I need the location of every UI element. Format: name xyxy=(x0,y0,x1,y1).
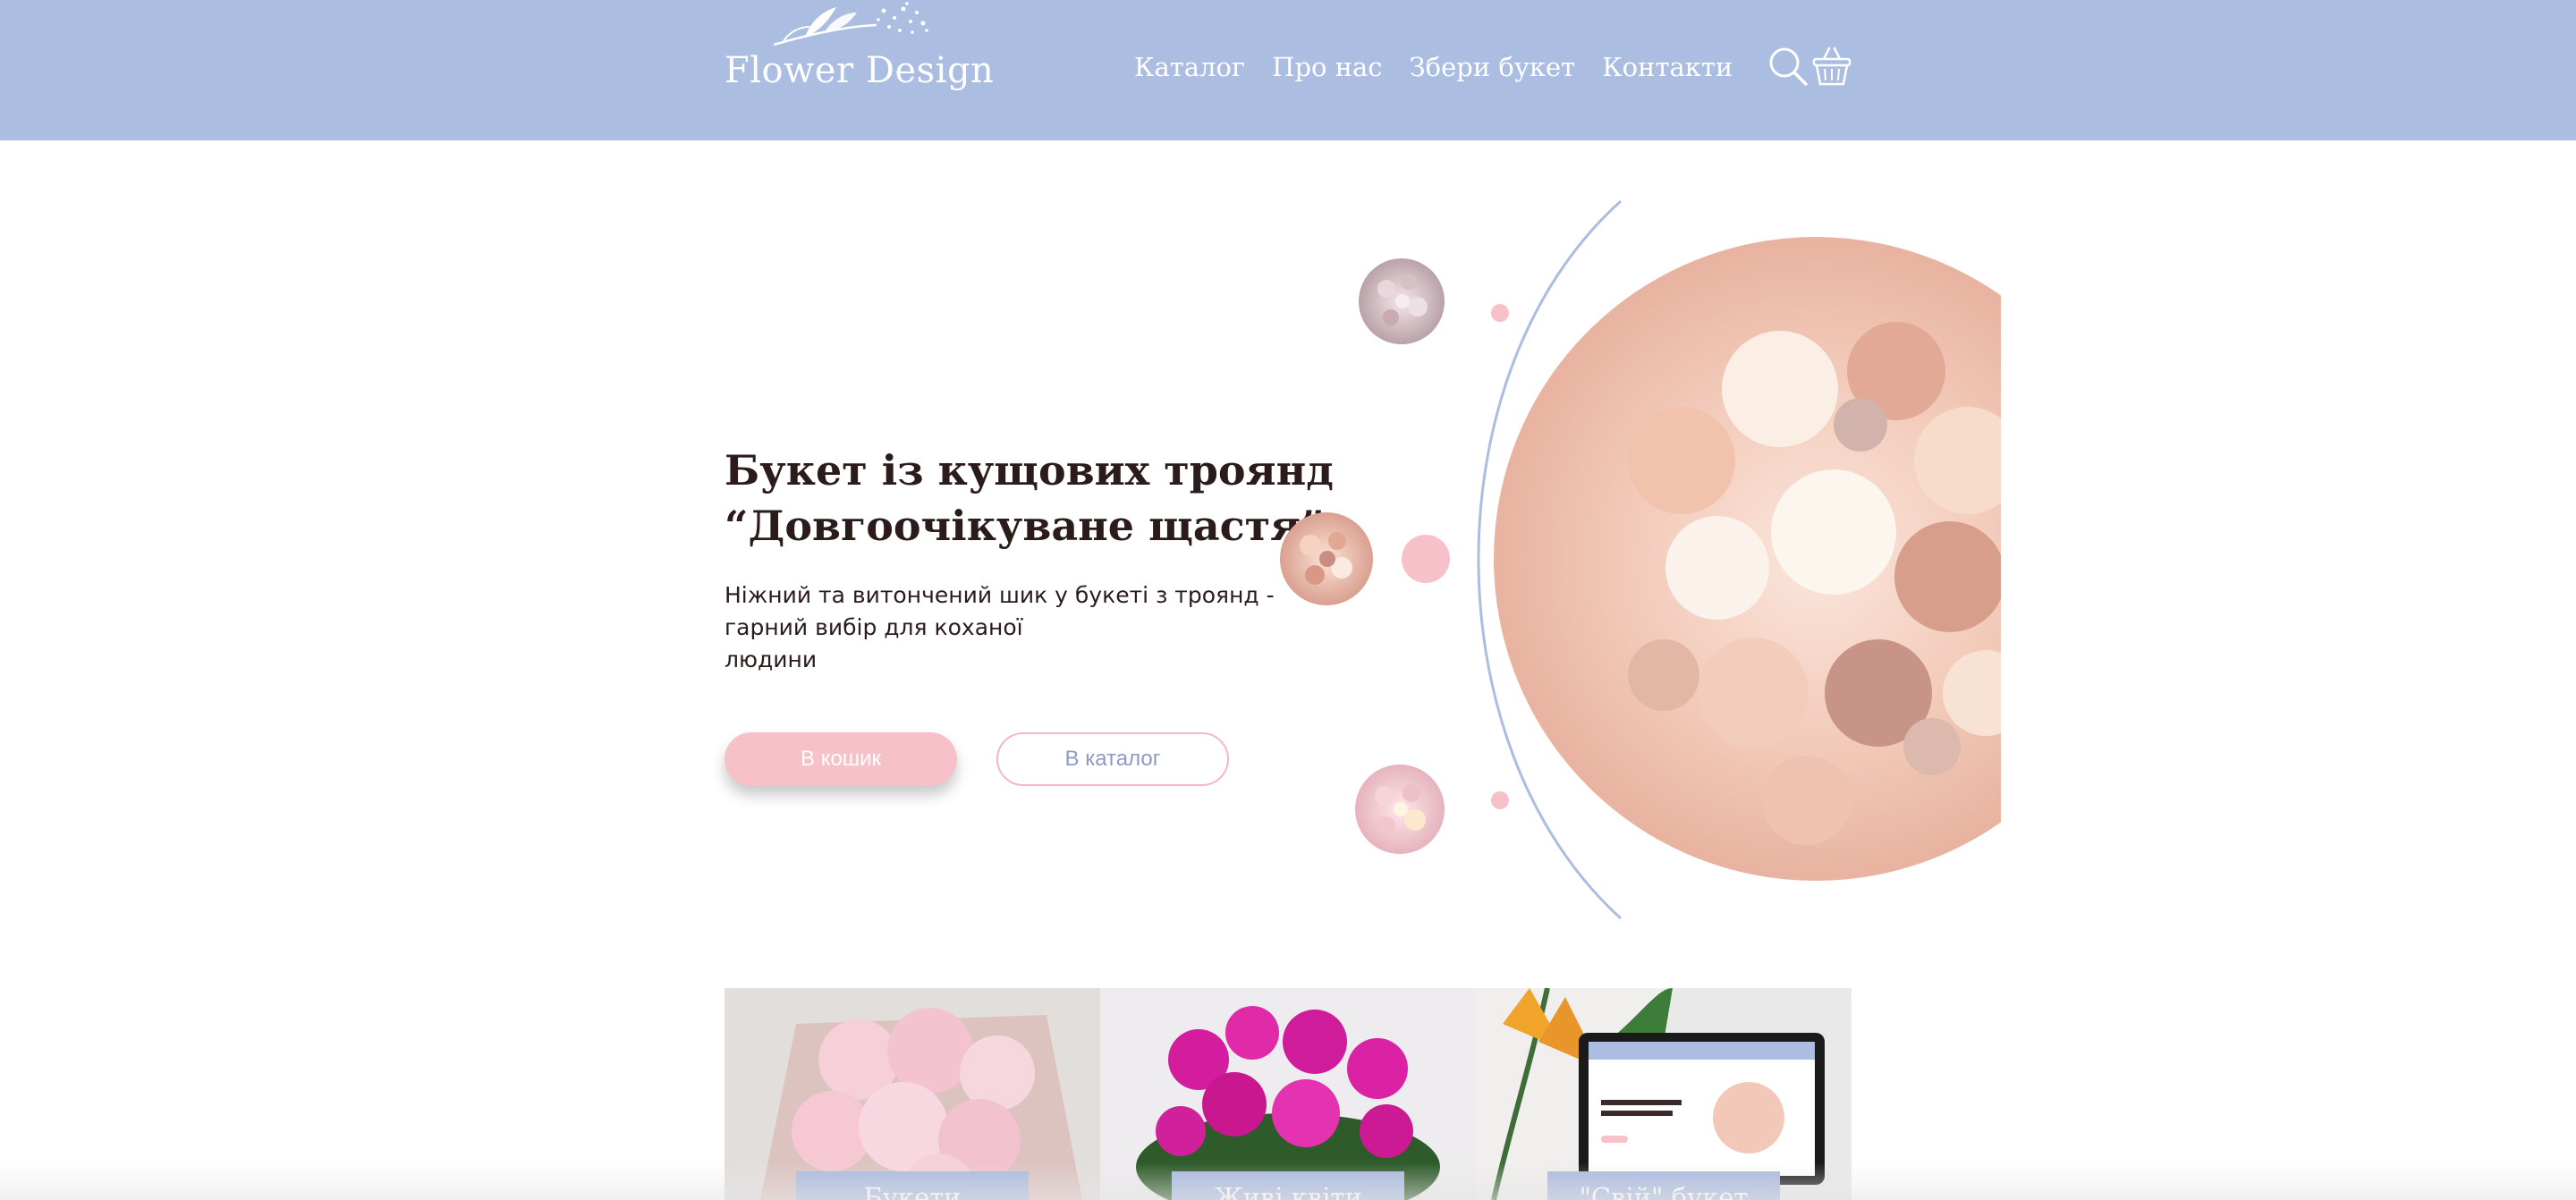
category-card-live-flowers[interactable]: Живі квіти xyxy=(1100,988,1476,1200)
nav-item-build-bouquet[interactable]: Збери букет xyxy=(1410,52,1576,82)
hero-description-line-2: гарний вибір для коханої xyxy=(724,614,1023,640)
logo-text: Flower Design xyxy=(724,50,995,91)
arc-dot-top xyxy=(1491,304,1509,322)
site-header: Flower Design Каталог Про нас Збери буке… xyxy=(0,0,2576,140)
hero-description: Ніжний та витончений шик у букеті з троя… xyxy=(724,579,1275,676)
logo[interactable]: Flower Design xyxy=(724,0,994,98)
nav-item-catalog[interactable]: Каталог xyxy=(1134,52,1245,82)
bouquets-image xyxy=(724,988,1100,1200)
nav-item-contacts[interactable]: Контакти xyxy=(1602,52,1733,82)
category-label-bouquets: Букети xyxy=(796,1171,1029,1200)
cart-button[interactable] xyxy=(1811,45,1856,89)
search-icon xyxy=(1769,47,1808,86)
nav-item-about[interactable]: Про нас xyxy=(1272,52,1382,82)
hero-title-line-1: Букет із кущових троянд xyxy=(724,446,1334,494)
thumbnail-bouquet-1[interactable] xyxy=(1359,258,1445,344)
category-card-custom-bouquet[interactable]: "Свій" букет xyxy=(1476,988,1852,1200)
add-to-cart-button[interactable]: В кошик xyxy=(724,732,957,786)
search-button[interactable] xyxy=(1767,45,1811,89)
main-bouquet-image xyxy=(1494,237,2001,881)
hero-title: Букет із кущових троянд “Довгоочікуване … xyxy=(724,443,1334,554)
hero-title-line-2: “Довгоочікуване щастя” xyxy=(724,502,1325,550)
hero-description-line-3: людини xyxy=(724,646,818,672)
go-to-catalog-button[interactable]: В каталог xyxy=(996,732,1229,786)
arc-dot-bottom xyxy=(1491,791,1509,809)
arc-dot-active[interactable] xyxy=(1402,535,1450,583)
category-label-live-flowers: Живі квіти xyxy=(1172,1171,1404,1200)
hero-description-line-1: Ніжний та витончений шик у букеті з троя… xyxy=(724,582,1275,608)
basket-icon xyxy=(1812,46,1852,86)
thumbnail-bouquet-2[interactable] xyxy=(1280,512,1373,605)
thumbnail-bouquet-3[interactable] xyxy=(1355,765,1445,854)
flower-branch-icon xyxy=(773,2,928,46)
live-flowers-image xyxy=(1100,988,1476,1200)
category-card-bouquets[interactable]: Букети xyxy=(724,988,1100,1200)
hero-bouquet-illustration xyxy=(1280,199,2001,920)
category-label-custom-bouquet: "Свій" букет xyxy=(1547,1171,1780,1200)
category-cards: Букети Живі квіти "Свій" букет xyxy=(724,988,1852,1200)
custom-bouquet-image xyxy=(1476,988,1852,1200)
main-nav: Каталог Про нас Збери букет Контакти xyxy=(1134,52,1733,82)
